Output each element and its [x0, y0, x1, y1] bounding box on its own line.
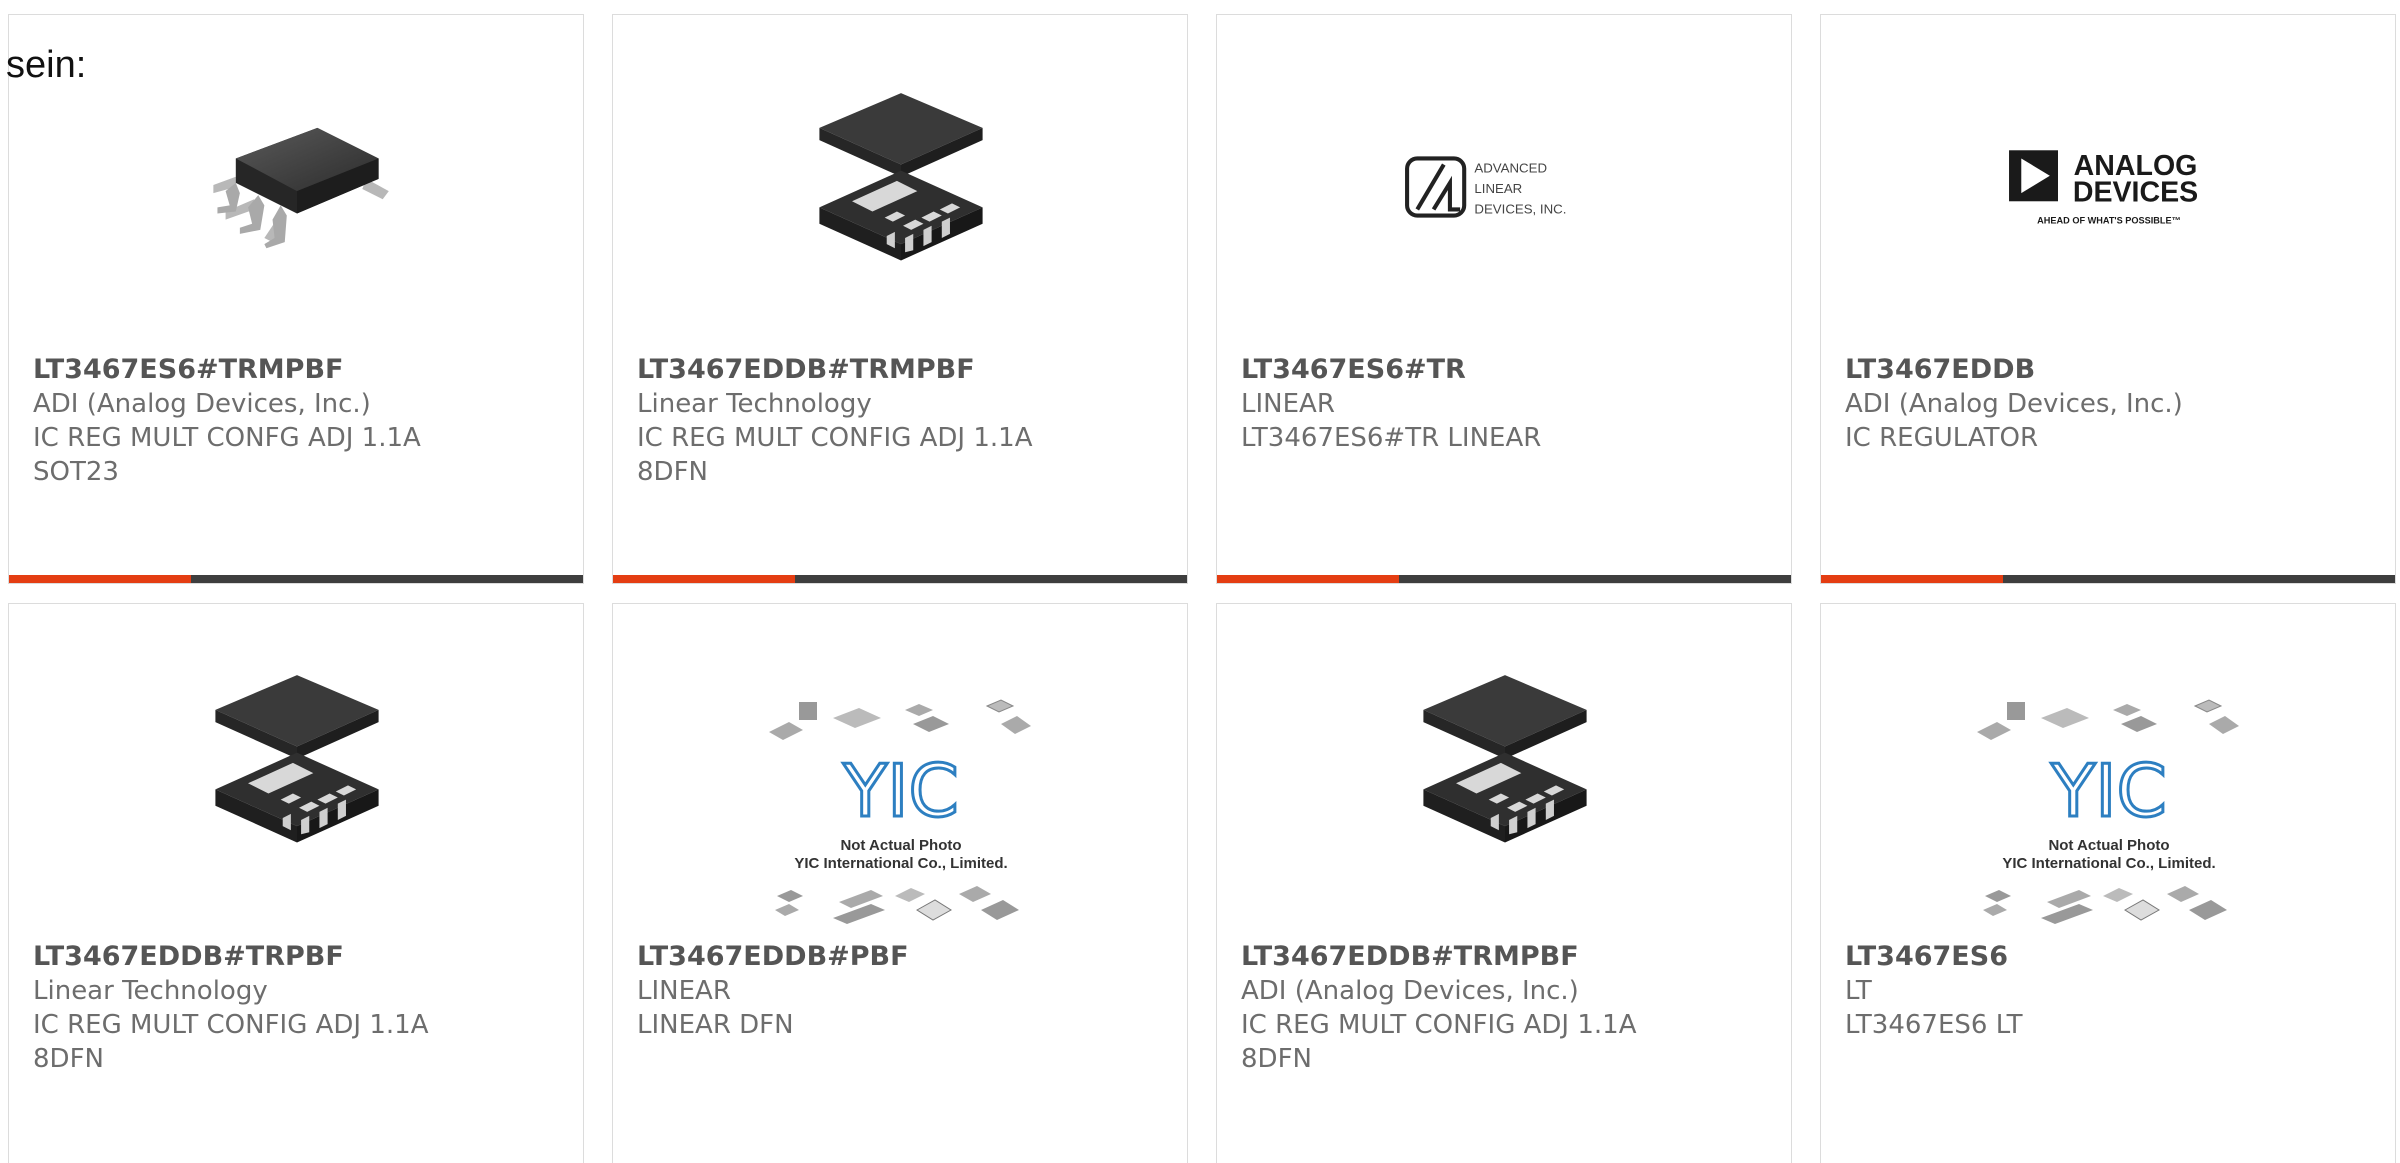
analog-devices-logo[interactable]: ANALOG DEVICES AHEAD OF WHAT'S POSSIBLE™	[2007, 85, 2211, 289]
product-info: LT3467EDDB#PBF LINEAR LINEAR DFN	[637, 940, 1177, 1042]
yic-placeholder-image[interactable]: YIC Not Actual Photo YIC International C…	[1971, 696, 2247, 936]
product-card[interactable]: LT3467EDDB#TRPBF Linear Technology IC RE…	[8, 603, 584, 1163]
product-card[interactable]: YIC Not Actual Photo YIC International C…	[612, 603, 1188, 1163]
dfn-package-image[interactable]	[799, 85, 1003, 289]
manufacturer: Linear Technology	[637, 389, 872, 419]
svg-text:YIC: YIC	[2050, 749, 2167, 833]
manufacturer: ADI (Analog Devices, Inc.)	[1241, 976, 1579, 1006]
product-card[interactable]: LT3467EDDB#TRMPBF Linear Technology IC R…	[612, 14, 1188, 584]
advanced-linear-devices-logo[interactable]: ADVANCED LINEAR DEVICES, INC.	[1403, 85, 1607, 289]
logo-line-2: DEVICES	[2073, 176, 2198, 208]
description: LT3467ES6#TR LINEAR	[1241, 423, 1542, 453]
manufacturer: ADI (Analog Devices, Inc.)	[1845, 389, 2183, 419]
sot23-package-image[interactable]	[195, 85, 399, 289]
part-number-link[interactable]: LT3467EDDB#TRPBF	[33, 940, 573, 974]
description: IC REG MULT CONFG ADJ 1.1A	[33, 423, 421, 453]
card-accent-bar	[613, 575, 795, 583]
part-number-link[interactable]: LT3467EDDB#TRMPBF	[1241, 940, 1781, 974]
product-info: LT3467EDDB#TRMPBF ADI (Analog Devices, I…	[1241, 940, 1781, 1076]
placeholder-caption-2: YIC International Co., Limited.	[2002, 855, 2215, 872]
logo-line-1: ADVANCED	[1474, 161, 1547, 176]
card-bottom-bar	[1821, 575, 2395, 583]
logo-tagline: AHEAD OF WHAT'S POSSIBLE™	[2037, 216, 2181, 226]
card-accent-bar	[1821, 575, 2003, 583]
yic-placeholder-image[interactable]: YIC Not Actual Photo YIC International C…	[763, 696, 1039, 936]
package: 8DFN	[33, 1044, 104, 1074]
product-card[interactable]: LT3467ES6#TRMPBF ADI (Analog Devices, In…	[8, 14, 584, 584]
description: IC REG MULT CONFIG ADJ 1.1A	[33, 1010, 429, 1040]
part-number-link[interactable]: LT3467ES6	[1845, 940, 2385, 974]
description: IC REG MULT CONFIG ADJ 1.1A	[1241, 1010, 1637, 1040]
manufacturer: LINEAR	[1241, 389, 1335, 419]
package: SOT23	[33, 457, 119, 487]
product-info: LT3467ES6#TR LINEAR LT3467ES6#TR LINEAR	[1241, 353, 1781, 455]
part-number-link[interactable]: LT3467EDDB#TRMPBF	[637, 353, 1177, 387]
description: LT3467ES6 LT	[1845, 1010, 2023, 1040]
product-info: LT3467EDDB#TRMPBF Linear Technology IC R…	[637, 353, 1177, 489]
product-info: LT3467EDDB ADI (Analog Devices, Inc.) IC…	[1845, 353, 2385, 455]
package: 8DFN	[1241, 1044, 1312, 1074]
part-number-link[interactable]: LT3467EDDB	[1845, 353, 2385, 387]
manufacturer: Linear Technology	[33, 976, 268, 1006]
card-accent-bar	[9, 575, 191, 583]
package: 8DFN	[637, 457, 708, 487]
logo-line-2: LINEAR	[1474, 181, 1522, 196]
manufacturer: LT	[1845, 976, 1872, 1006]
product-card[interactable]: LT3467EDDB#TRMPBF ADI (Analog Devices, I…	[1216, 603, 1792, 1163]
product-info: LT3467EDDB#TRPBF Linear Technology IC RE…	[33, 940, 573, 1076]
placeholder-caption-2: YIC International Co., Limited.	[794, 855, 1007, 872]
placeholder-caption-1: Not Actual Photo	[840, 837, 961, 854]
card-bottom-bar	[9, 575, 583, 583]
product-info: LT3467ES6#TRMPBF ADI (Analog Devices, In…	[33, 353, 573, 489]
part-number-link[interactable]: LT3467EDDB#PBF	[637, 940, 1177, 974]
svg-text:YIC: YIC	[842, 749, 959, 833]
product-card[interactable]: ADVANCED LINEAR DEVICES, INC. LT3467ES6#…	[1216, 14, 1792, 584]
product-info: LT3467ES6 LT LT3467ES6 LT	[1845, 940, 2385, 1042]
description: IC REG MULT CONFIG ADJ 1.1A	[637, 423, 1033, 453]
product-card[interactable]: ANALOG DEVICES AHEAD OF WHAT'S POSSIBLE™…	[1820, 14, 2396, 584]
manufacturer: ADI (Analog Devices, Inc.)	[33, 389, 371, 419]
description: LINEAR DFN	[637, 1010, 794, 1040]
part-number-link[interactable]: LT3467ES6#TR	[1241, 353, 1781, 387]
logo-line-3: DEVICES, INC.	[1474, 202, 1566, 217]
placeholder-caption-1: Not Actual Photo	[2048, 837, 2169, 854]
card-accent-bar	[1217, 575, 1399, 583]
dfn-package-image[interactable]	[195, 667, 399, 871]
intro-text: sein:	[6, 44, 87, 86]
page: sein: LT3467ES6#TRMPBF ADI (Analog Devic…	[0, 0, 2400, 1163]
card-bottom-bar	[613, 575, 1187, 583]
description: IC REGULATOR	[1845, 423, 2039, 453]
card-bottom-bar	[1217, 575, 1791, 583]
dfn-package-image[interactable]	[1403, 667, 1607, 871]
part-number-link[interactable]: LT3467ES6#TRMPBF	[33, 353, 573, 387]
manufacturer: LINEAR	[637, 976, 731, 1006]
product-card[interactable]: YIC Not Actual Photo YIC International C…	[1820, 603, 2396, 1163]
